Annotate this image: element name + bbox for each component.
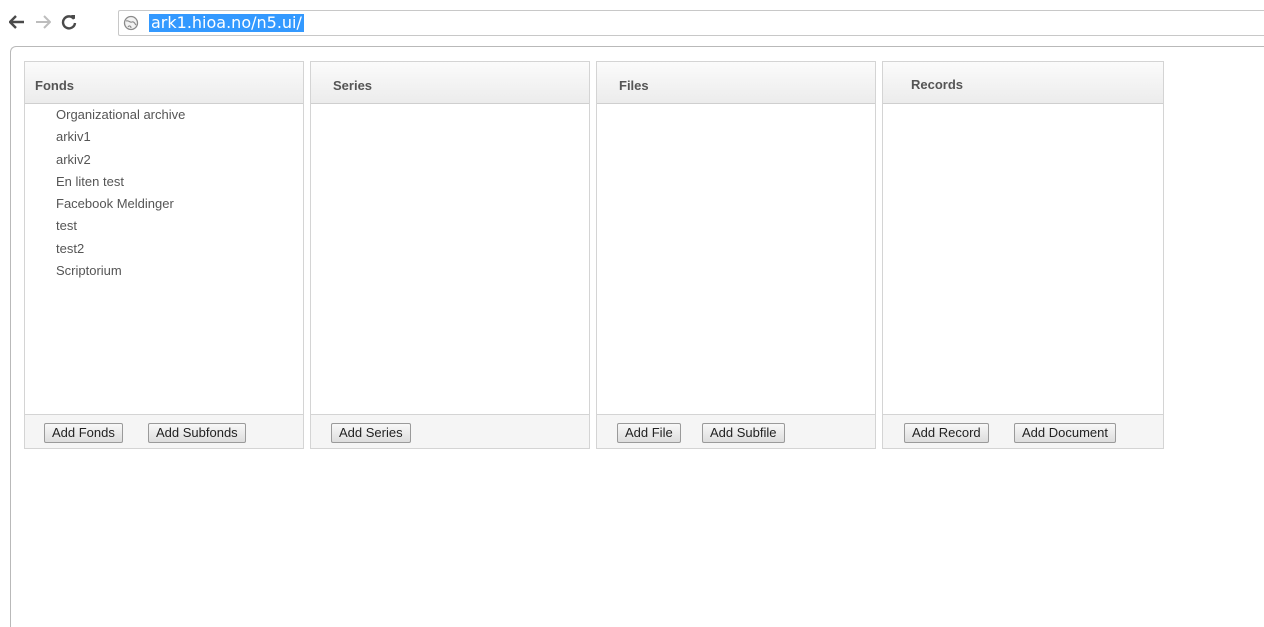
fonds-list: Organizational archive arkiv1 arkiv2 En …	[56, 104, 185, 282]
records-list-area	[883, 104, 1163, 414]
back-arrow-icon[interactable]	[8, 12, 26, 32]
list-item[interactable]: arkiv2	[56, 149, 185, 171]
list-item[interactable]: Facebook Meldinger	[56, 193, 185, 215]
add-document-button[interactable]: Add Document	[1014, 423, 1116, 443]
fonds-panel-title: Fonds	[35, 78, 74, 93]
add-record-button[interactable]: Add Record	[904, 423, 989, 443]
globe-icon	[123, 15, 139, 31]
series-panel: Series Add Series	[310, 61, 590, 449]
list-item[interactable]: Scriptorium	[56, 260, 185, 282]
records-panel-header: Records	[883, 62, 1163, 104]
series-panel-title: Series	[333, 78, 373, 93]
records-panel: Records Add Record Add Document	[882, 61, 1164, 449]
list-item[interactable]: En liten test	[56, 171, 185, 193]
fonds-panel-footer: Add Fonds Add Subfonds	[25, 414, 303, 448]
list-item[interactable]: test	[56, 215, 185, 237]
fonds-panel-header: Fonds	[25, 62, 303, 104]
fonds-list-area: Organizational archive arkiv1 arkiv2 En …	[25, 104, 303, 414]
address-bar[interactable]: ark1.hioa.no/n5.ui/	[118, 10, 1264, 36]
reload-icon[interactable]	[60, 12, 78, 32]
series-list-area	[311, 104, 589, 414]
list-item[interactable]: arkiv1	[56, 126, 185, 148]
files-panel-footer: Add File Add Subfile	[597, 414, 875, 448]
browser-toolbar: ark1.hioa.no/n5.ui/	[0, 0, 1264, 46]
files-panel-title: Files	[619, 78, 649, 93]
list-item[interactable]: Organizational archive	[56, 104, 185, 126]
series-panel-footer: Add Series	[311, 414, 589, 448]
series-panel-header: Series	[311, 62, 589, 104]
url-text[interactable]: ark1.hioa.no/n5.ui/	[149, 14, 304, 32]
forward-arrow-icon[interactable]	[34, 12, 52, 32]
records-panel-title: Records	[911, 77, 964, 92]
files-list-area	[597, 104, 875, 414]
add-subfonds-button[interactable]: Add Subfonds	[148, 423, 246, 443]
add-file-button[interactable]: Add File	[617, 423, 681, 443]
add-subfile-button[interactable]: Add Subfile	[702, 423, 785, 443]
files-panel-header: Files	[597, 62, 875, 104]
fonds-panel: Fonds Organizational archive arkiv1 arki…	[24, 61, 304, 449]
add-series-button[interactable]: Add Series	[331, 423, 411, 443]
list-item[interactable]: test2	[56, 238, 185, 260]
records-panel-footer: Add Record Add Document	[883, 414, 1163, 448]
files-panel: Files Add File Add Subfile	[596, 61, 876, 449]
add-fonds-button[interactable]: Add Fonds	[44, 423, 123, 443]
